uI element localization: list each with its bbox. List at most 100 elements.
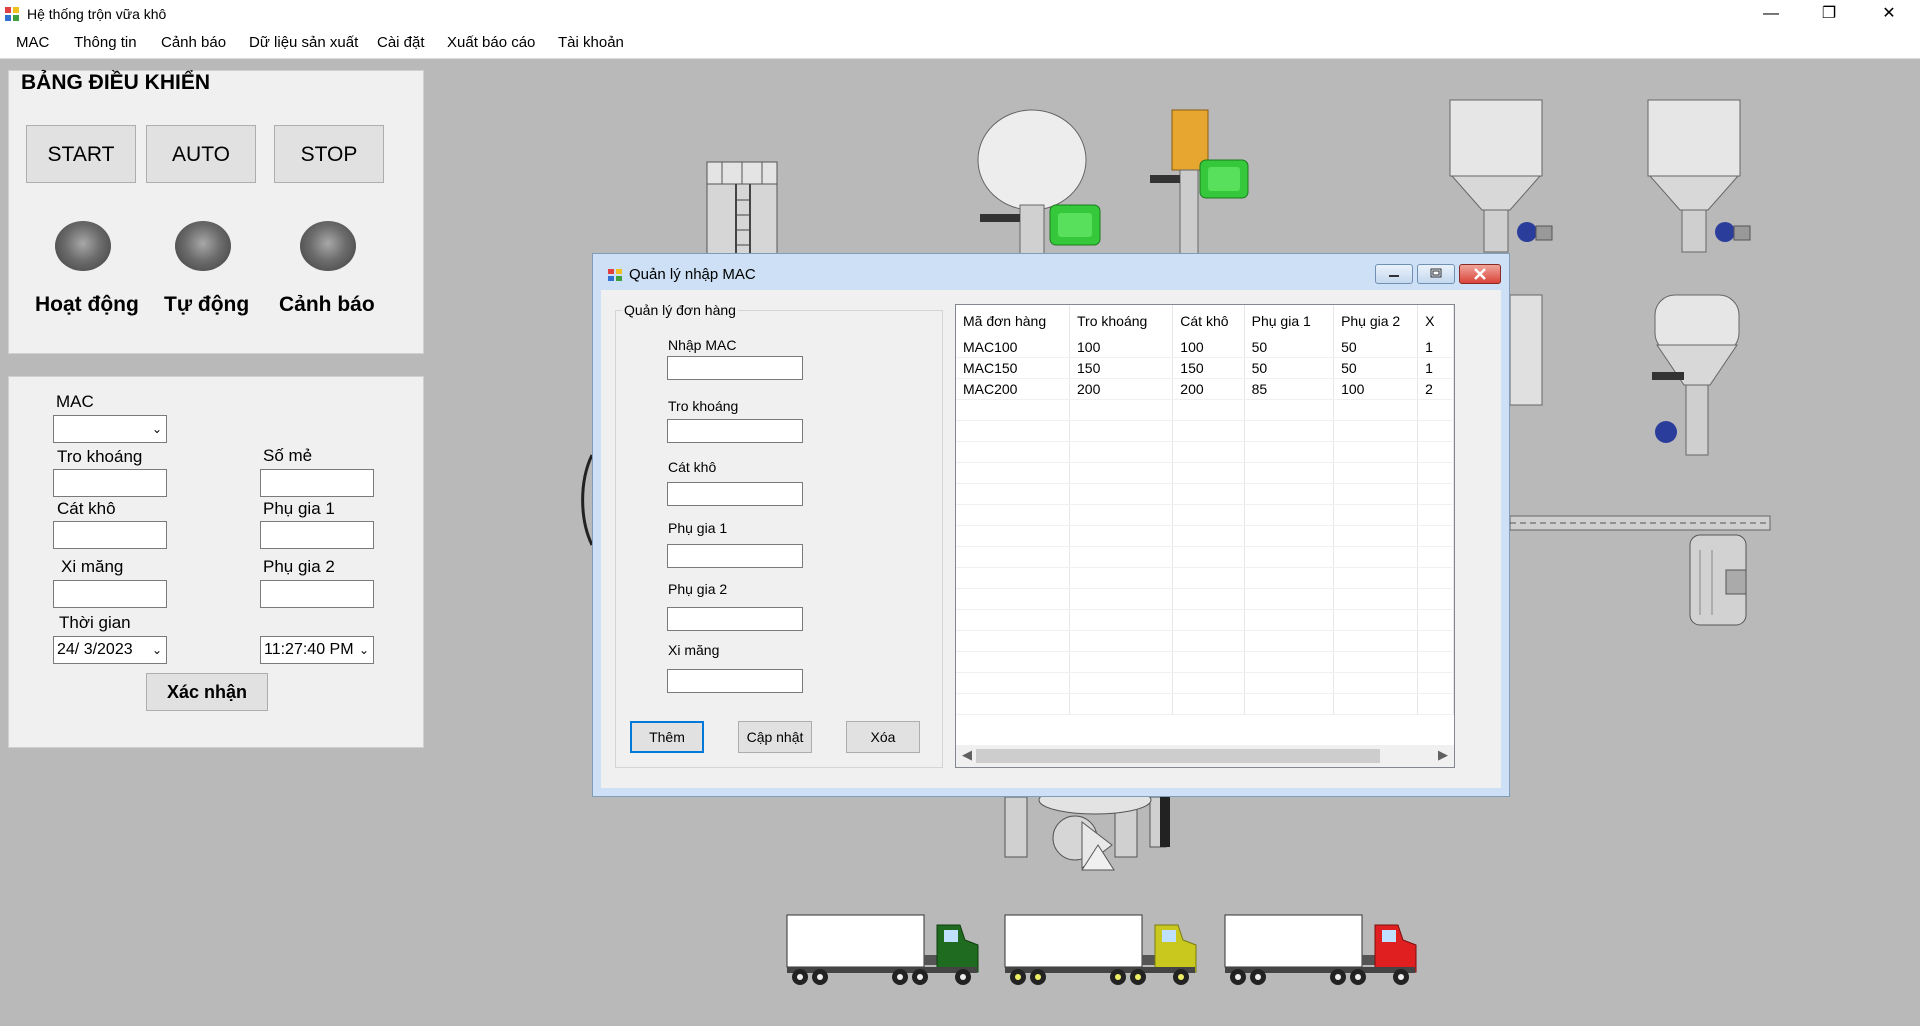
restore-icon [1430,268,1442,278]
nhap-mac-label: Nhập MAC [668,337,737,353]
orders-data-grid[interactable]: Mã đơn hàng Tro khoáng Cát khô Phụ gia 1… [955,304,1455,768]
xi-mang-label: Xi măng [61,557,124,576]
table-row [956,546,1454,568]
cat-kho-label: Cát khô [57,499,116,518]
hopper-2 [1647,99,1751,253]
dialog-client-area: Quản lý đơn hàng Nhập MAC Tro khoáng Cát… [601,290,1501,788]
silo-tower [706,161,778,258]
table-row [956,420,1454,442]
phu-gia-2-input[interactable] [260,580,374,608]
table-cell: 100 [1172,337,1245,358]
column-header-phu-gia-1[interactable]: Phụ gia 1 [1244,305,1335,337]
nhap-mac-input[interactable] [667,356,803,380]
conveyor-motor [1689,534,1747,626]
table-row [956,441,1454,463]
minimize-icon [1389,275,1399,277]
pump-motor [1150,109,1249,256]
tro-khoang-input[interactable] [53,469,167,497]
warning-label: Cảnh báo [279,293,375,316]
table-row [956,588,1454,610]
column-header-cat-kho[interactable]: Cát khô [1172,305,1245,337]
hopper-1 [1449,99,1553,253]
active-indicator-lamp [55,221,111,271]
scroll-left-icon[interactable]: ◀ [962,747,972,763]
thoi-gian-label: Thời gian [59,613,131,632]
table-row [956,399,1454,421]
mac-label: MAC [56,392,94,411]
table-header-row: Mã đơn hàng Tro khoáng Cát khô Phụ gia 1… [956,305,1454,337]
table-cell: 50 [1244,357,1335,379]
so-me-input[interactable] [260,469,374,497]
dialog-phu-gia-1-label: Phụ gia 1 [668,520,728,536]
control-panel-title: BẢNG ĐIỀU KHIỂN [21,71,211,94]
warning-indicator-lamp [300,221,356,271]
chevron-down-icon: ⌄ [358,643,369,657]
table-cell: 50 [1244,337,1335,358]
active-label: Hoạt động [35,293,139,316]
table-row[interactable]: MAC200 200 200 85 100 2 [956,378,1454,400]
table-row[interactable]: MAC150 150 150 50 50 1 [956,357,1454,379]
hopper-4-partial [1509,294,1543,406]
control-panel: BẢNG ĐIỀU KHIỂN START AUTO STOP Hoạt độn… [8,70,424,354]
add-button[interactable]: Thêm [630,721,704,753]
scroll-right-icon[interactable]: ▶ [1438,747,1448,763]
table-row[interactable]: MAC100 100 100 50 50 1 [956,337,1454,358]
mac-select[interactable]: ⌄ [53,415,167,443]
mac-management-dialog: Quản lý nhập MAC Quản lý đơn hàng Nhập M… [592,253,1510,797]
table-cell: 1 [1417,357,1454,379]
table-row [956,462,1454,484]
table-cell: 85 [1244,378,1335,400]
auto-button[interactable]: AUTO [146,125,256,183]
time-picker[interactable]: 11:27:40 PM ⌄ [260,636,374,664]
dialog-tro-khoang-input[interactable] [667,419,803,443]
table-cell: 150 [1069,357,1174,379]
dialog-phu-gia-2-label: Phụ gia 2 [668,581,728,597]
chevron-down-icon: ⌄ [151,422,162,436]
dialog-cat-kho-label: Cát khô [668,459,717,475]
dialog-restore-button[interactable] [1417,264,1455,284]
conveyor [1509,515,1771,531]
column-header-ma-don-hang[interactable]: Mã đơn hàng [956,305,1071,337]
column-header-phu-gia-2[interactable]: Phụ gia 2 [1333,305,1419,337]
chevron-down-icon: ⌄ [151,643,162,657]
confirm-button[interactable]: Xác nhận [146,673,268,711]
horizontal-scrollbar[interactable]: ◀ ▶ [956,745,1454,767]
update-button[interactable]: Cập nhật [738,721,812,753]
truck-red [1224,914,1417,985]
dialog-xi-mang-input[interactable] [667,669,803,693]
xi-mang-input[interactable] [53,580,167,608]
dialog-phu-gia-2-input[interactable] [667,607,803,631]
column-header-xi-mang[interactable]: X [1417,305,1454,337]
delete-button[interactable]: Xóa [846,721,920,753]
table-row [956,651,1454,673]
dialog-phu-gia-1-input[interactable] [667,544,803,568]
table-cell: MAC150 [956,357,1071,379]
table-cell: MAC200 [956,378,1071,400]
dialog-close-button[interactable] [1459,264,1501,284]
start-button[interactable]: START [26,125,136,183]
phu-gia-2-label: Phụ gia 2 [263,557,335,576]
mixer-outlet [1004,785,1170,871]
dialog-cat-kho-input[interactable] [667,482,803,506]
so-me-label: Số mẻ [263,446,313,465]
table-cell: 50 [1333,357,1419,379]
stop-button[interactable]: STOP [274,125,384,183]
dialog-xi-mang-label: Xi măng [668,642,720,658]
table-cell: 100 [1333,378,1419,400]
date-value: 24/ 3/2023 [57,641,133,658]
close-icon [1474,268,1486,280]
dialog-minimize-button[interactable] [1375,264,1413,284]
hopper-3 [1652,294,1740,456]
phu-gia-1-input[interactable] [260,521,374,549]
dialog-tro-khoang-label: Tro khoáng [668,398,739,414]
time-value: 11:27:40 PM [264,641,354,658]
truck-yellow [1004,914,1197,985]
truck-green [786,914,979,985]
orders-table: Mã đơn hàng Tro khoáng Cát khô Phụ gia 1… [956,305,1454,715]
table-row [956,672,1454,694]
cat-kho-input[interactable] [53,521,167,549]
scrollbar-thumb[interactable] [976,749,1380,763]
date-picker[interactable]: 24/ 3/2023 ⌄ [53,636,167,664]
table-row [956,609,1454,631]
column-header-tro-khoang[interactable]: Tro khoáng [1069,305,1174,337]
